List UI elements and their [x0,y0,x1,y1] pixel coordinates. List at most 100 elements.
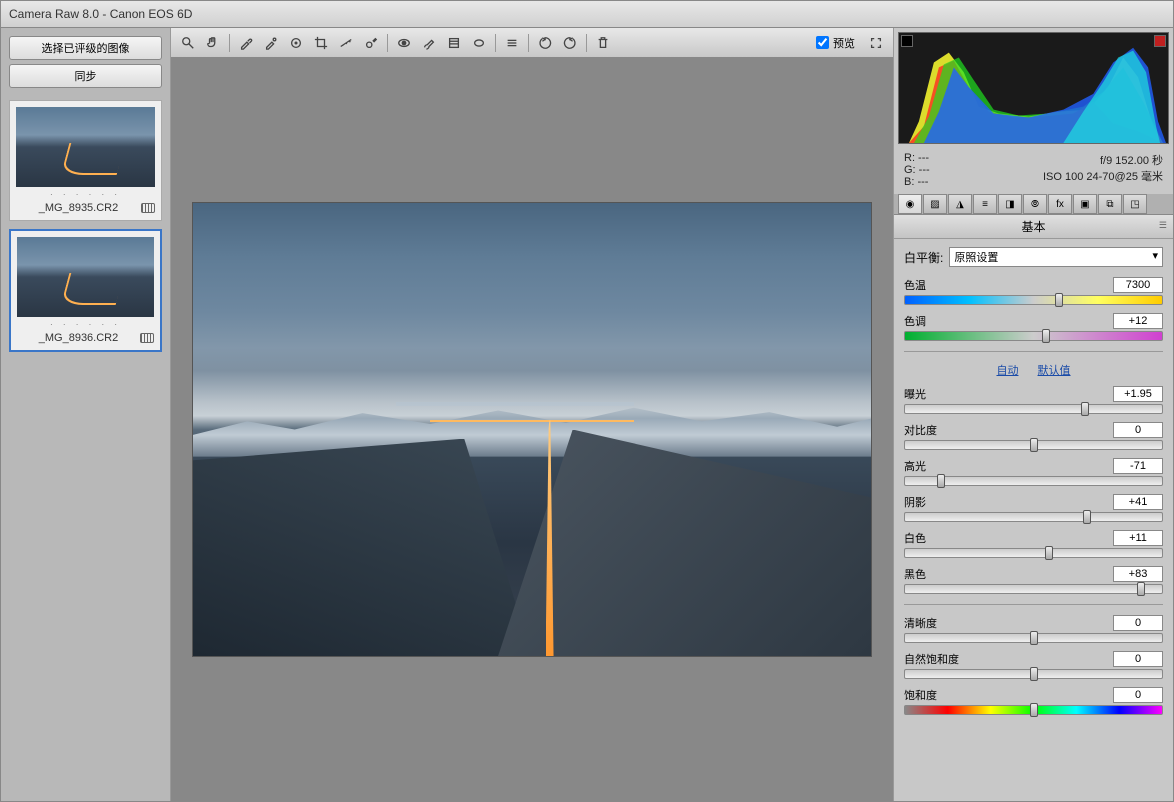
auto-link[interactable]: 自动 [996,365,1018,377]
slider-value-input[interactable] [1113,458,1163,474]
trash-icon[interactable] [592,32,614,54]
slider-label: 色调 [904,313,926,329]
default-link[interactable]: 默认值 [1038,365,1071,377]
slider-value-input[interactable] [1113,386,1163,402]
slider-value-input[interactable] [1113,651,1163,667]
slider-label: 清晰度 [904,615,937,631]
thumbnail-rating[interactable]: · · · · · · [17,320,154,329]
slider-label: 黑色 [904,566,926,582]
slider-track[interactable] [904,512,1163,522]
slider-thumb[interactable] [1081,402,1089,416]
slider-track[interactable] [904,476,1163,486]
thumbnail-preview [17,237,154,317]
preview-label: 预览 [833,35,855,51]
wb-eyedropper-icon[interactable] [235,32,257,54]
tab-lens[interactable]: ⦾ [1023,194,1047,214]
slider-value-input[interactable] [1113,494,1163,510]
straighten-tool-icon[interactable] [335,32,357,54]
slider-thumb[interactable] [1083,510,1091,524]
slider-value-input[interactable] [1113,615,1163,631]
meta-g: G: --- [904,164,930,176]
slider-track[interactable] [904,633,1163,643]
slider-thumb[interactable] [1030,703,1038,717]
slider-track[interactable] [904,584,1163,594]
slider-value-input[interactable] [1113,313,1163,329]
slider-value-input[interactable] [1113,422,1163,438]
wb-select[interactable]: 原照设置 [949,247,1163,267]
tab-split[interactable]: ◨ [998,194,1022,214]
tab-fx[interactable]: fx [1048,194,1072,214]
sync-button[interactable]: 同步 [9,64,162,88]
thumbnail-card[interactable]: · · · · · · _MG_8935.CR2 [9,100,162,221]
rotate-ccw-icon[interactable] [534,32,556,54]
slider-temp: 色温 [904,277,1163,305]
slider-value-input[interactable] [1113,530,1163,546]
meta-b: B: --- [904,176,930,188]
panel-tabs: ◉ ▨ ◮ ≡ ◨ ⦾ fx ▣ ⧉ ◳ [894,194,1173,215]
panel-menu-icon[interactable]: ☰ [1159,220,1167,231]
tab-presets[interactable]: ⧉ [1098,194,1122,214]
slider-thumb[interactable] [1042,329,1050,343]
meta-exposure: f/9 152.00 秒 [1043,152,1163,168]
slider-vib: 自然饱和度 [904,651,1163,679]
slider-black: 黑色 [904,566,1163,594]
slider-value-input[interactable] [1113,566,1163,582]
radial-filter-icon[interactable] [468,32,490,54]
slider-value-input[interactable] [1113,687,1163,703]
thumbnail-rating[interactable]: · · · · · · [16,190,155,199]
slider-thumb[interactable] [1030,631,1038,645]
slider-thumb[interactable] [1055,293,1063,307]
slider-contr: 对比度 [904,422,1163,450]
crop-tool-icon[interactable] [310,32,332,54]
slider-value-input[interactable] [1113,277,1163,293]
color-sampler-icon[interactable] [260,32,282,54]
histogram[interactable] [898,32,1169,144]
fullscreen-icon[interactable] [865,32,887,54]
tab-hsl[interactable]: ≡ [973,194,997,214]
tab-basic[interactable]: ◉ [898,194,922,214]
zoom-tool-icon[interactable] [177,32,199,54]
wb-label: 白平衡: [904,249,943,266]
window-body: 选择已评级的图像 同步 · · · · · · _MG_8935.CR2 · ·… [0,28,1174,802]
slider-track[interactable] [904,440,1163,450]
adjustments-panel: R: --- G: --- B: --- f/9 152.00 秒 ISO 10… [893,28,1173,801]
slider-sat: 饱和度 [904,687,1163,715]
tab-detail[interactable]: ◮ [948,194,972,214]
slider-thumb[interactable] [1045,546,1053,560]
slider-track[interactable] [904,404,1163,414]
slider-thumb[interactable] [1030,438,1038,452]
spot-removal-icon[interactable] [360,32,382,54]
thumbnail-card[interactable]: · · · · · · _MG_8936.CR2 [9,229,162,352]
highlight-clip-icon[interactable] [1154,35,1166,47]
preview-checkbox[interactable] [816,36,829,49]
slider-track[interactable] [904,331,1163,341]
thumbnail-filename: _MG_8936.CR2 [17,332,140,344]
select-rated-button[interactable]: 选择已评级的图像 [9,36,162,60]
slider-label: 阴影 [904,494,926,510]
adjustment-brush-icon[interactable] [418,32,440,54]
tab-snapshots[interactable]: ◳ [1123,194,1147,214]
thumbnail-preview [16,107,155,187]
graduated-filter-icon[interactable] [443,32,465,54]
slider-label: 曝光 [904,386,926,402]
slider-label: 自然饱和度 [904,651,959,667]
image-canvas[interactable] [171,58,893,801]
rotate-cw-icon[interactable] [559,32,581,54]
title-bar: Camera Raw 8.0 - Canon EOS 6D [0,0,1174,28]
hand-tool-icon[interactable] [202,32,224,54]
preferences-icon[interactable] [501,32,523,54]
redeye-tool-icon[interactable] [393,32,415,54]
shadow-clip-icon[interactable] [901,35,913,47]
tab-camera[interactable]: ▣ [1073,194,1097,214]
image-metadata: R: --- G: --- B: --- f/9 152.00 秒 ISO 10… [894,148,1173,194]
tab-curve[interactable]: ▨ [923,194,947,214]
slider-clar: 清晰度 [904,615,1163,643]
slider-thumb[interactable] [937,474,945,488]
slider-thumb[interactable] [1137,582,1145,596]
slider-track[interactable] [904,669,1163,679]
slider-track[interactable] [904,295,1163,305]
slider-track[interactable] [904,705,1163,715]
slider-track[interactable] [904,548,1163,558]
slider-thumb[interactable] [1030,667,1038,681]
targeted-adjust-icon[interactable] [285,32,307,54]
